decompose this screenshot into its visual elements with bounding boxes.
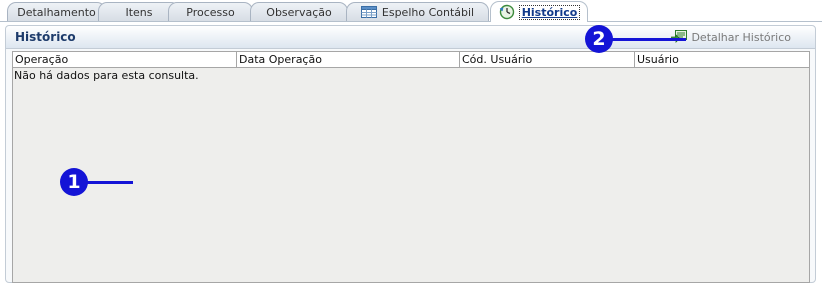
column-header-data-operacao[interactable]: Data Operação bbox=[237, 52, 460, 67]
tab-label: Observação bbox=[266, 5, 332, 19]
annotation-marker-1: 1 bbox=[60, 168, 88, 196]
tab-processo[interactable]: Processo bbox=[168, 2, 253, 21]
tab-label: Espelho Contábil bbox=[381, 5, 475, 19]
detail-history-button[interactable]: Detalhar Histórico bbox=[671, 30, 791, 44]
column-header-cod-usuario[interactable]: Cód. Usuário bbox=[460, 52, 635, 67]
annotation-line-2 bbox=[611, 38, 686, 41]
history-clock-icon bbox=[499, 4, 515, 20]
tab-label: Itens bbox=[125, 5, 153, 19]
tab-bar: Detalhamento Itens Processo Observação E… bbox=[0, 0, 822, 22]
column-header-operacao[interactable]: Operação bbox=[13, 52, 237, 67]
tab-label: Detalhamento bbox=[17, 5, 96, 19]
tab-espelho-contabil[interactable]: Espelho Contábil bbox=[346, 2, 489, 21]
detail-history-label: Detalhar Histórico bbox=[691, 30, 791, 44]
tab-label: Histórico bbox=[518, 4, 581, 20]
table-icon bbox=[360, 6, 377, 18]
tab-observacao[interactable]: Observação bbox=[250, 2, 348, 21]
panel-title: Histórico bbox=[15, 30, 76, 44]
tab-historico[interactable]: Histórico bbox=[490, 1, 588, 22]
tab-divider bbox=[0, 21, 822, 22]
grid-header: Operação Data Operação Cód. Usuário Usuá… bbox=[13, 52, 809, 68]
empty-message: Não há dados para esta consulta. bbox=[14, 69, 199, 82]
detail-export-icon bbox=[671, 30, 688, 44]
tab-label: Processo bbox=[186, 5, 235, 19]
column-header-usuario[interactable]: Usuário bbox=[635, 52, 810, 67]
annotation-line-1 bbox=[86, 181, 133, 184]
history-grid: Operação Data Operação Cód. Usuário Usuá… bbox=[12, 51, 810, 283]
annotation-marker-2: 2 bbox=[585, 25, 613, 53]
panel-header: Histórico Detalhar Histórico bbox=[6, 26, 815, 49]
tab-detalhamento[interactable]: Detalhamento bbox=[7, 2, 106, 21]
history-panel: Histórico Detalhar Histórico Operação Da… bbox=[5, 25, 816, 283]
